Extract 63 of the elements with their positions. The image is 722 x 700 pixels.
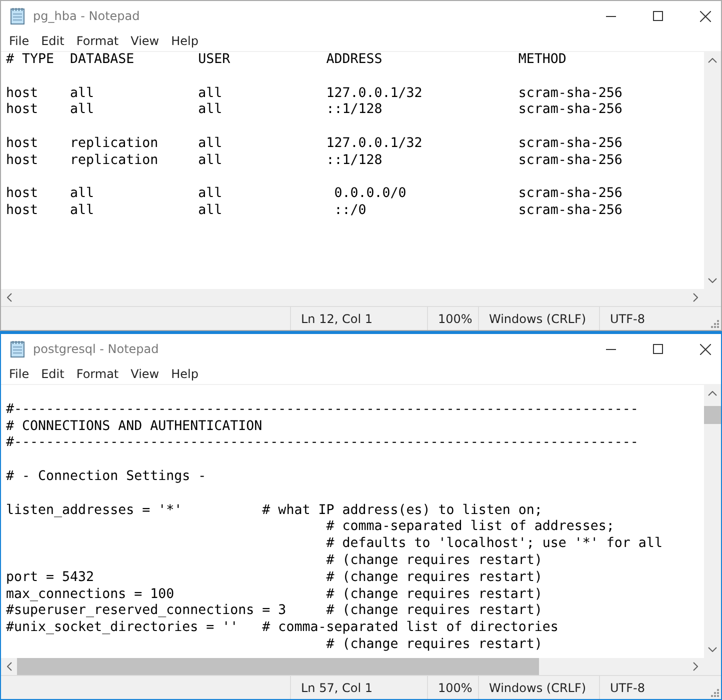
text-line: max_connections = 100 # (change requires restart) bbox=[6, 586, 544, 604]
text-line: host all all ::/0 scram-sha-256 bbox=[6, 203, 624, 220]
text-line: #unix_socket_directories = '' # comma-separated list of directories bbox=[6, 620, 560, 637]
text-line: port = 5432 # (change requires restart) bbox=[6, 570, 544, 587]
status-cell: 100% bbox=[427, 307, 478, 330]
text-line: host all all 0.0.0.0/0 scram-sha-256 bbox=[6, 186, 624, 204]
minimize-icon[interactable] bbox=[606, 348, 616, 350]
menu-item[interactable]: View bbox=[124, 34, 166, 48]
status-cell: Windows (CRLF) bbox=[478, 676, 599, 699]
close-icon[interactable] bbox=[700, 10, 711, 22]
resize-grip-icon[interactable] bbox=[710, 688, 719, 697]
scroll-up-icon[interactable] bbox=[708, 391, 717, 396]
menu-item[interactable]: View bbox=[124, 367, 166, 381]
scroll-thumb[interactable] bbox=[17, 658, 539, 675]
text-line: #------------------------------------------------------------------------------ bbox=[6, 402, 640, 419]
status-cell: 100% bbox=[427, 676, 478, 699]
text-line: # comma-separated list of addresses; bbox=[325, 519, 616, 536]
text-line: # CONNECTIONS AND AUTHENTICATION bbox=[6, 418, 264, 436]
status-cell: Ln 12, Col 1 bbox=[290, 307, 427, 330]
scroll-left-icon[interactable] bbox=[7, 662, 12, 671]
text-line: host replication all ::1/128 scram-sha-256 bbox=[6, 152, 624, 170]
menu-item[interactable]: Help bbox=[165, 367, 204, 381]
menu-item[interactable]: Help bbox=[165, 34, 204, 48]
text-line: listen_addresses = '*' # what IP address(es) to listen on; bbox=[6, 502, 544, 520]
status-cell: UTF-8 bbox=[599, 676, 710, 699]
menu-item[interactable]: Edit bbox=[35, 367, 70, 381]
text-line: host all all 127.0.0.1/32 scram-sha-256 bbox=[6, 86, 624, 102]
scroll-left-icon[interactable] bbox=[7, 293, 12, 302]
scroll-right-icon[interactable] bbox=[693, 662, 698, 671]
menu-item[interactable]: Format bbox=[70, 34, 125, 48]
scroll-right-icon[interactable] bbox=[693, 293, 698, 302]
vertical-scrollbar[interactable] bbox=[704, 385, 721, 658]
notepad-icon bbox=[10, 340, 26, 358]
text-line: # - Connection Settings - bbox=[6, 468, 208, 486]
maximize-icon[interactable] bbox=[653, 344, 663, 354]
scroll-thumb[interactable] bbox=[704, 406, 721, 424]
menu-item[interactable]: File bbox=[3, 34, 36, 48]
text-line: # (change requires restart) bbox=[325, 552, 544, 570]
horizontal-scrollbar[interactable] bbox=[1, 658, 704, 675]
status-cell: UTF-8 bbox=[599, 307, 710, 330]
text-line: # (change requires restart) bbox=[325, 636, 544, 654]
vertical-scrollbar[interactable] bbox=[704, 52, 721, 289]
window-title: pg_hba - Notepad bbox=[33, 9, 140, 23]
menu-item[interactable]: File bbox=[3, 367, 36, 381]
text-line: #------------------------------------------------------------------------------ bbox=[6, 435, 640, 452]
notepad-icon bbox=[10, 7, 26, 25]
resize-grip-icon[interactable] bbox=[710, 319, 719, 328]
text-line: # defaults to 'localhost'; use '*' for all bbox=[325, 536, 664, 553]
text-line: host all all ::1/128 scram-sha-256 bbox=[6, 102, 624, 120]
status-cell: Windows (CRLF) bbox=[478, 307, 599, 330]
status-cell: Ln 57, Col 1 bbox=[290, 676, 427, 699]
text-line: # TYPE DATABASE USER ADDRESS METHOD bbox=[6, 52, 568, 69]
horizontal-scrollbar[interactable] bbox=[1, 289, 704, 306]
close-icon[interactable] bbox=[700, 344, 711, 354]
text-line: #superuser_reserved_connections = 3 # (change requires restart) bbox=[6, 603, 544, 620]
window-title: postgresql - Notepad bbox=[33, 342, 159, 356]
text-line: host replication all 127.0.0.1/32 scram-sha-256 bbox=[6, 136, 624, 153]
scroll-down-icon[interactable] bbox=[708, 647, 717, 652]
maximize-icon[interactable] bbox=[653, 11, 663, 21]
scroll-up-icon[interactable] bbox=[708, 58, 717, 63]
menu-item[interactable]: Format bbox=[70, 367, 125, 381]
scroll-down-icon[interactable] bbox=[708, 278, 717, 283]
menu-item[interactable]: Edit bbox=[35, 34, 70, 48]
